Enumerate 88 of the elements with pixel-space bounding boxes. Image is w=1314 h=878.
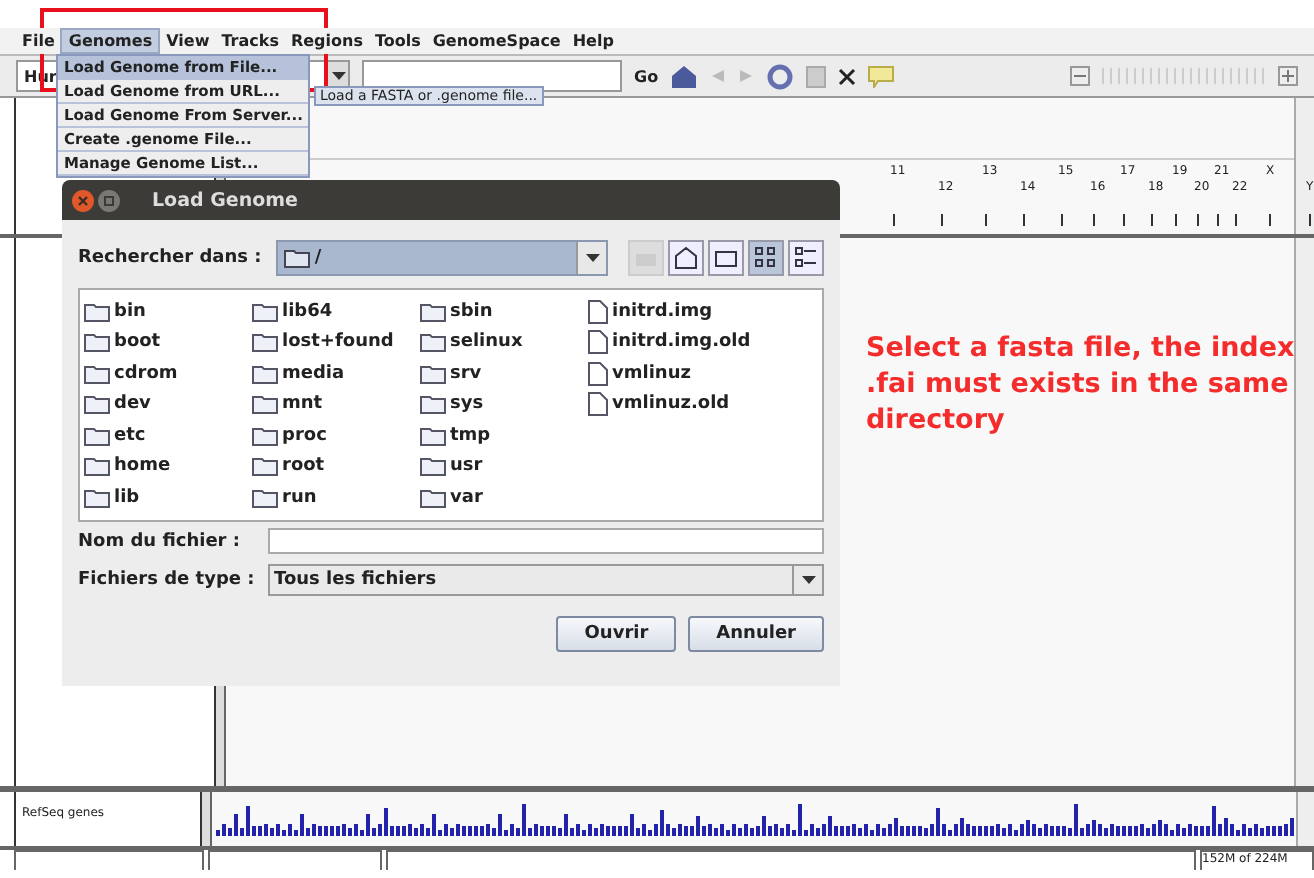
directory-entry[interactable]: sbin bbox=[420, 296, 588, 327]
filename-label: Nom du fichier : bbox=[78, 531, 242, 551]
zoom-in-icon[interactable] bbox=[1278, 66, 1298, 86]
caret-icon bbox=[801, 575, 815, 583]
refresh-icon[interactable] bbox=[766, 63, 795, 89]
directory-entry[interactable]: dev bbox=[84, 389, 252, 420]
square-icon[interactable] bbox=[806, 65, 827, 87]
directory-entry[interactable]: boot bbox=[84, 327, 252, 358]
directory-entry[interactable]: sys bbox=[420, 389, 588, 420]
directory-entry[interactable]: root bbox=[252, 451, 420, 482]
list-view-icon[interactable] bbox=[748, 240, 784, 276]
folder-icon bbox=[84, 456, 110, 477]
new-folder-icon[interactable] bbox=[708, 240, 744, 276]
folder-icon bbox=[252, 363, 278, 384]
folder-icon bbox=[84, 487, 110, 508]
file-icon bbox=[588, 330, 608, 355]
directory-entry[interactable]: home bbox=[84, 451, 252, 482]
directory-entry[interactable]: media bbox=[252, 358, 420, 389]
annotation-text: Select a fasta file, the index .fai must exists in the same directory bbox=[866, 330, 1296, 438]
dialog-button[interactable]: Ouvrir bbox=[556, 616, 677, 652]
folder-icon bbox=[252, 332, 278, 353]
caret-icon bbox=[331, 72, 345, 80]
directory-entry[interactable]: proc bbox=[252, 420, 420, 451]
file-icon bbox=[588, 361, 608, 386]
folder-icon bbox=[420, 363, 446, 384]
home-icon[interactable] bbox=[668, 240, 704, 276]
directory-entry[interactable]: vmlinuz bbox=[588, 358, 756, 389]
folder-icon bbox=[252, 425, 278, 446]
scrollbar[interactable] bbox=[1294, 98, 1314, 234]
directory-entry[interactable]: etc bbox=[84, 420, 252, 451]
scrollbar[interactable] bbox=[1294, 238, 1314, 786]
menu-item[interactable]: GenomeSpace bbox=[426, 30, 567, 52]
folder-icon bbox=[252, 301, 278, 322]
folder-icon bbox=[252, 487, 278, 508]
home-icon[interactable] bbox=[670, 63, 699, 89]
directory-entry[interactable]: selinux bbox=[420, 327, 588, 358]
directory-entry[interactable]: mnt bbox=[252, 389, 420, 420]
folder-icon bbox=[84, 363, 110, 384]
file-icon bbox=[588, 392, 608, 417]
directory-entry[interactable]: lib bbox=[84, 482, 252, 513]
speech-bubble-icon[interactable] bbox=[868, 65, 895, 87]
directory-entry[interactable]: var bbox=[420, 482, 588, 513]
menu-item[interactable]: View bbox=[160, 30, 216, 52]
dialog-button[interactable]: Annuler bbox=[688, 616, 824, 652]
directory-entry[interactable]: lib64 bbox=[252, 296, 420, 327]
folder-icon bbox=[252, 456, 278, 477]
folder-icon bbox=[420, 487, 446, 508]
folder-icon bbox=[252, 394, 278, 415]
folder-icon bbox=[420, 332, 446, 353]
details-view-icon[interactable] bbox=[788, 240, 824, 276]
menu-item[interactable]: Regions bbox=[284, 30, 369, 52]
dialog-title: Load Genome bbox=[152, 189, 298, 211]
menu-item[interactable]: Genomes bbox=[60, 28, 161, 54]
filetype-label: Fichiers de type : bbox=[78, 569, 257, 589]
folder-icon bbox=[84, 332, 110, 353]
menu-item[interactable]: File bbox=[16, 30, 61, 52]
zoom-out-icon[interactable] bbox=[1070, 66, 1090, 86]
directory-entry[interactable]: tmp bbox=[420, 420, 588, 451]
folder-icon bbox=[84, 425, 110, 446]
file-icon bbox=[588, 299, 608, 324]
directory-entry[interactable]: lost+found bbox=[252, 327, 420, 358]
menu-item[interactable]: Help bbox=[566, 30, 620, 52]
filename-field[interactable] bbox=[268, 528, 824, 554]
folder-icon bbox=[84, 394, 110, 415]
folder-icon bbox=[420, 301, 446, 322]
menu-item[interactable]: Tracks bbox=[215, 30, 285, 52]
directory-entry[interactable]: cdrom bbox=[84, 358, 252, 389]
directory-entry[interactable]: run bbox=[252, 482, 420, 513]
look-in-label: Rechercher dans : bbox=[78, 248, 264, 268]
filetype-dropdown[interactable]: Tous les fichiers bbox=[268, 563, 824, 595]
directory-entry[interactable]: srv bbox=[420, 358, 588, 389]
folder-icon bbox=[420, 394, 446, 415]
directory-entry[interactable]: usr bbox=[420, 451, 588, 482]
maximize-icon[interactable] bbox=[98, 189, 120, 211]
folder-icon bbox=[84, 301, 110, 322]
directory-entry[interactable]: initrd.img.old bbox=[588, 327, 756, 358]
directory-entry[interactable]: bin bbox=[84, 296, 252, 327]
go-button[interactable]: Go bbox=[634, 67, 659, 85]
look-in-dropdown[interactable]: / bbox=[276, 240, 608, 276]
directory-entry[interactable]: initrd.img bbox=[588, 296, 756, 327]
directory-entry[interactable]: vmlinuz.old bbox=[588, 389, 756, 420]
caret-icon bbox=[585, 254, 599, 262]
folder-icon bbox=[284, 248, 311, 268]
splitter-bar[interactable] bbox=[201, 792, 212, 846]
close-icon[interactable] bbox=[838, 67, 857, 85]
folder-icon bbox=[420, 456, 446, 477]
menu-item[interactable]: Tools bbox=[368, 30, 427, 52]
folder-icon bbox=[420, 425, 446, 446]
